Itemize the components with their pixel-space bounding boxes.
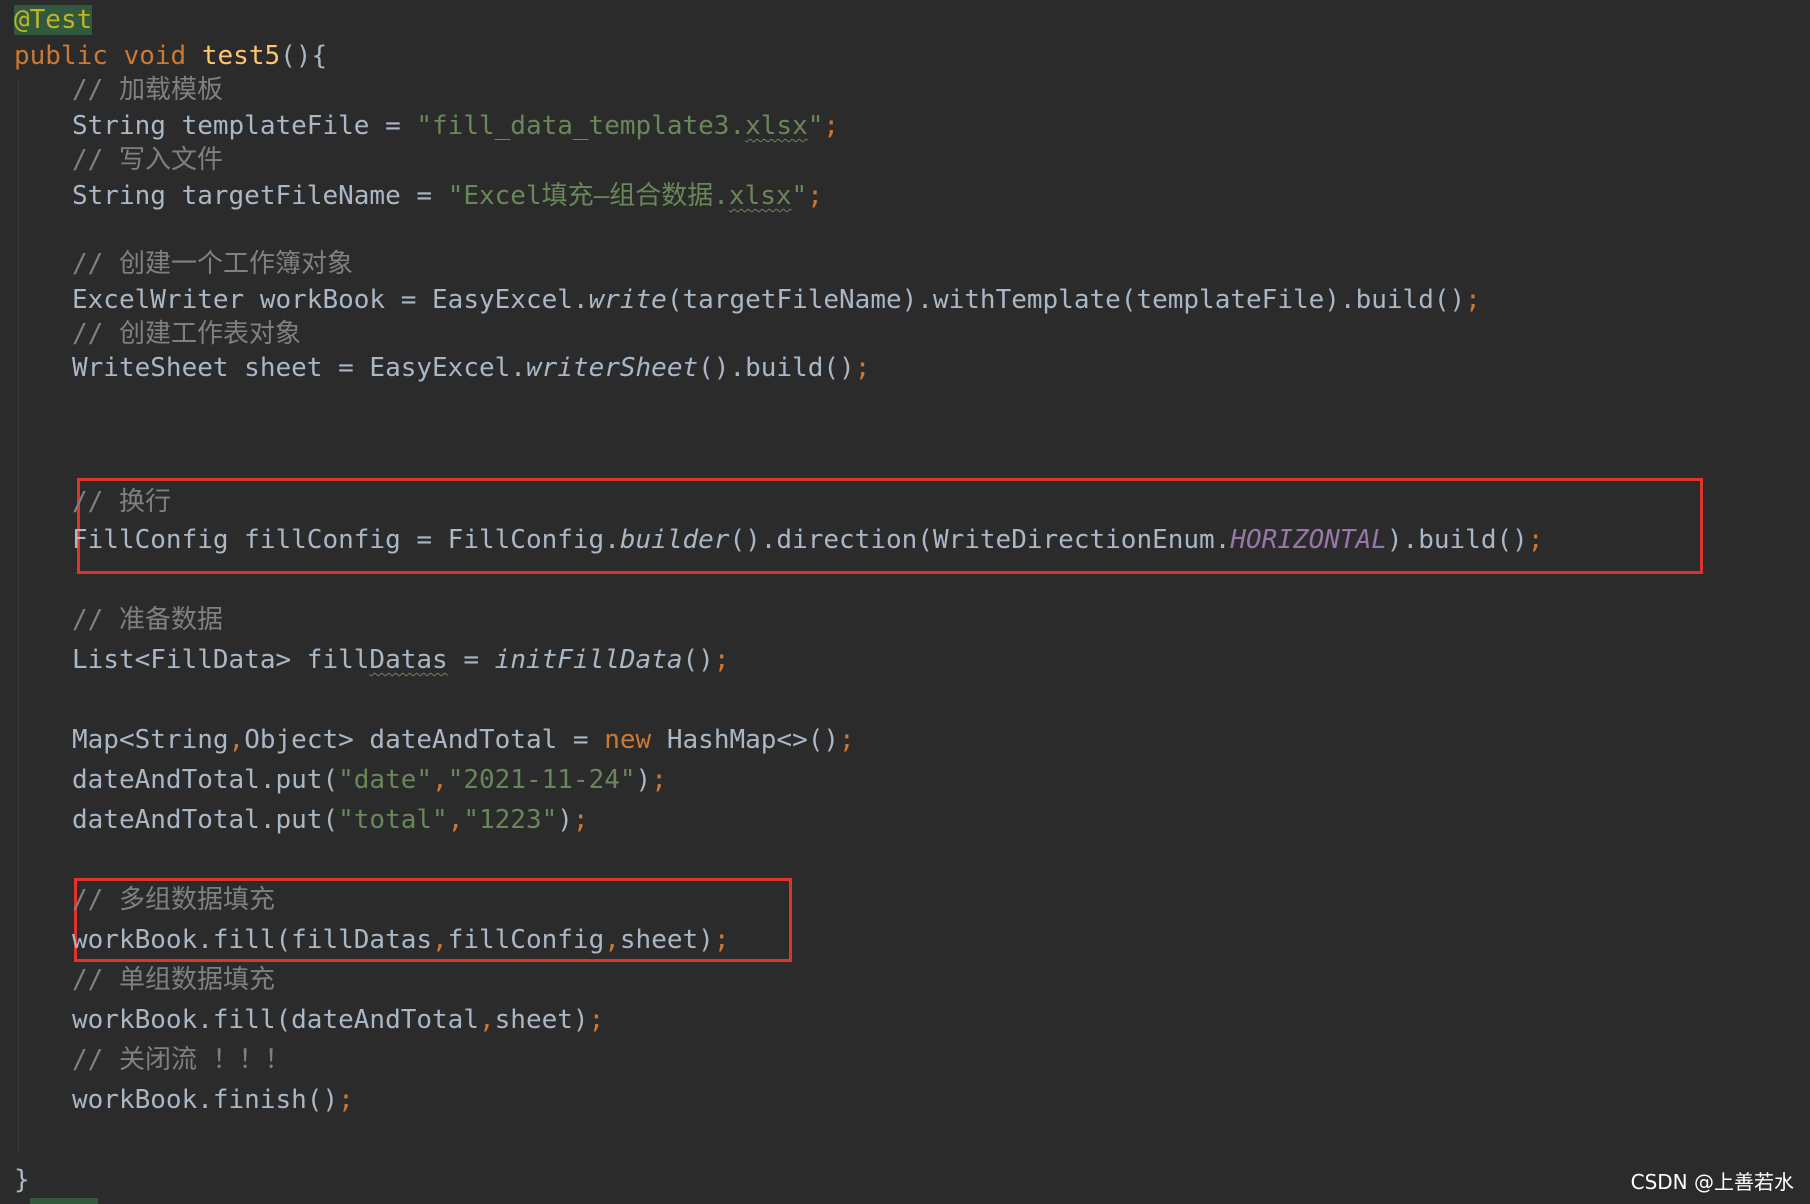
fillconfig-pre: FillConfig fillConfig = FillConfig. (72, 525, 620, 555)
semicolon: ; (823, 111, 840, 141)
multi-fill-mid: fillConfig (447, 925, 605, 955)
put-key: "total" (338, 805, 448, 835)
semicolon: ; (651, 765, 667, 795)
code-line-list-decl[interactable]: List<FillData> fillDatas = initFillData(… (72, 640, 729, 680)
semicolon: ; (713, 645, 730, 675)
fillconfig-post: ).build() (1386, 525, 1528, 555)
semicolon: ; (839, 725, 855, 755)
sheet-call: writerSheet (525, 353, 699, 383)
code-line-put-date[interactable]: dateAndTotal.put("date","2021-11-24"); (72, 760, 667, 800)
closing-brace: } (14, 1165, 30, 1195)
code-line-comment-newline[interactable]: // 换行 (72, 482, 171, 522)
sheet-post: ().build() (698, 353, 855, 383)
map-pre: Map<String (72, 725, 229, 755)
comma: , (604, 925, 620, 955)
sheet-pre: WriteSheet sheet = EasyExcel. (72, 353, 526, 383)
multi-fill-post: sheet) (619, 925, 714, 955)
put-post: ) (557, 805, 573, 835)
comma: , (479, 1005, 495, 1035)
comment-create-sheet: // 创建工作表对象 (72, 319, 301, 349)
comment-write-file: // 写入文件 (72, 145, 223, 175)
put-value: "2021-11-24" (447, 765, 636, 795)
code-line-comment-write-file[interactable]: // 写入文件 (72, 140, 223, 180)
put-post: ) (635, 765, 652, 795)
template-decl-type: String templateFile = (72, 111, 417, 141)
put-value: "1223" (463, 805, 558, 835)
code-editor[interactable]: @Test public void test5(){ // 加载模板 Strin… (0, 0, 1810, 1204)
code-line-multi-fill[interactable]: workBook.fill(fillDatas,fillConfig,sheet… (72, 920, 729, 960)
fillconfig-const: HORIZONTAL (1230, 525, 1387, 555)
comment-load-template: // 加载模板 (72, 75, 223, 105)
semicolon: ; (854, 353, 871, 383)
target-decl-type: String targetFileName = (72, 181, 448, 211)
list-call: initFillData (494, 645, 683, 675)
code-line-comment-load-template[interactable]: // 加载模板 (72, 70, 223, 110)
put-pre: dateAndTotal.put( (72, 805, 339, 835)
single-fill-post: sheet) (494, 1005, 589, 1035)
indent-guide (18, 80, 19, 1152)
keyword-public: public (14, 41, 108, 71)
code-line-target-file[interactable]: String targetFileName = "Excel填充—组合数据.xl… (72, 176, 823, 216)
keyword-void: void (123, 41, 187, 71)
semicolon: ; (713, 925, 730, 955)
comment-single-fill: // 单组数据填充 (72, 965, 275, 995)
template-str-end: " (807, 111, 824, 141)
code-line-comment-create-workbook[interactable]: // 创建一个工作簿对象 (72, 244, 353, 284)
fillconfig-builder: builder (619, 525, 730, 555)
code-line-write-sheet[interactable]: WriteSheet sheet = EasyExcel.writerSheet… (72, 348, 870, 388)
comma: , (432, 765, 448, 795)
semicolon: ; (1465, 285, 1481, 315)
method-name: test5 (201, 41, 281, 71)
method-open: (){ (280, 41, 328, 71)
semicolon: ; (1527, 525, 1544, 555)
watermark: CSDN @上善若水 (1630, 1170, 1794, 1194)
multi-fill-pre: workBook.fill(fillDatas (72, 925, 433, 955)
list-mid: = (447, 645, 495, 675)
code-line-comment-prepare-data[interactable]: // 准备数据 (72, 600, 223, 640)
code-line-comment-multi-fill[interactable]: // 多组数据填充 (72, 880, 275, 920)
code-line-comment-single-fill[interactable]: // 单组数据填充 (72, 960, 275, 1000)
target-str-a: "Excel填充—组合数据. (447, 181, 729, 211)
single-fill-pre: workBook.fill(dateAndTotal (72, 1005, 479, 1035)
template-str-ext: xlsx (745, 111, 808, 141)
put-pre: dateAndTotal.put( (72, 765, 339, 795)
comma: , (432, 925, 448, 955)
annotation-test: @Test (14, 5, 93, 35)
list-pre: List<FillData> fill (72, 645, 370, 675)
template-str-a: "fill_data_template3. (416, 111, 746, 141)
fillconfig-mid: ().direction(WriteDirectionEnum. (729, 525, 1231, 555)
semicolon: ; (588, 1005, 605, 1035)
writer-pre: ExcelWriter workBook = EasyExcel. (72, 285, 589, 315)
map-post: HashMap<>() (651, 725, 840, 755)
list-squig: Datas (369, 645, 448, 675)
semicolon: ; (807, 181, 823, 211)
comment-close-stream: // 关闭流 ！！！ (72, 1045, 291, 1075)
comma: , (447, 805, 464, 835)
code-line-single-fill[interactable]: workBook.fill(dateAndTotal,sheet); (72, 1000, 604, 1040)
writer-write-call: write (588, 285, 667, 315)
code-line-fill-config[interactable]: FillConfig fillConfig = FillConfig.build… (72, 520, 1543, 560)
code-line-annotation[interactable]: @Test (14, 0, 93, 40)
brace-match-marker (30, 1198, 98, 1204)
semicolon: ; (338, 1085, 354, 1115)
code-line-comment-close[interactable]: // 关闭流 ！！！ (72, 1040, 291, 1080)
code-line-closing-brace[interactable]: } (14, 1160, 30, 1200)
finish-pre: workBook.finish() (72, 1085, 339, 1115)
map-mid: Object> dateAndTotal = (244, 725, 605, 755)
code-line-finish[interactable]: workBook.finish(); (72, 1080, 354, 1120)
comment-create-workbook: // 创建一个工作簿对象 (72, 249, 353, 279)
comma: , (228, 725, 245, 755)
comment-multi-fill: // 多组数据填充 (72, 885, 275, 915)
target-str-ext: xlsx (728, 181, 792, 211)
target-str-end: " (791, 181, 808, 211)
comment-newline: // 换行 (72, 487, 171, 517)
comment-prepare-data: // 准备数据 (72, 605, 223, 635)
writer-post: (targetFileName).withTemplate(templateFi… (666, 285, 1466, 315)
put-key: "date" (338, 765, 433, 795)
semicolon: ; (572, 805, 589, 835)
keyword-new: new (604, 725, 652, 755)
list-post: () (682, 645, 714, 675)
code-line-map-decl[interactable]: Map<String,Object> dateAndTotal = new Ha… (72, 720, 855, 760)
code-line-put-total[interactable]: dateAndTotal.put("total","1223"); (72, 800, 589, 840)
